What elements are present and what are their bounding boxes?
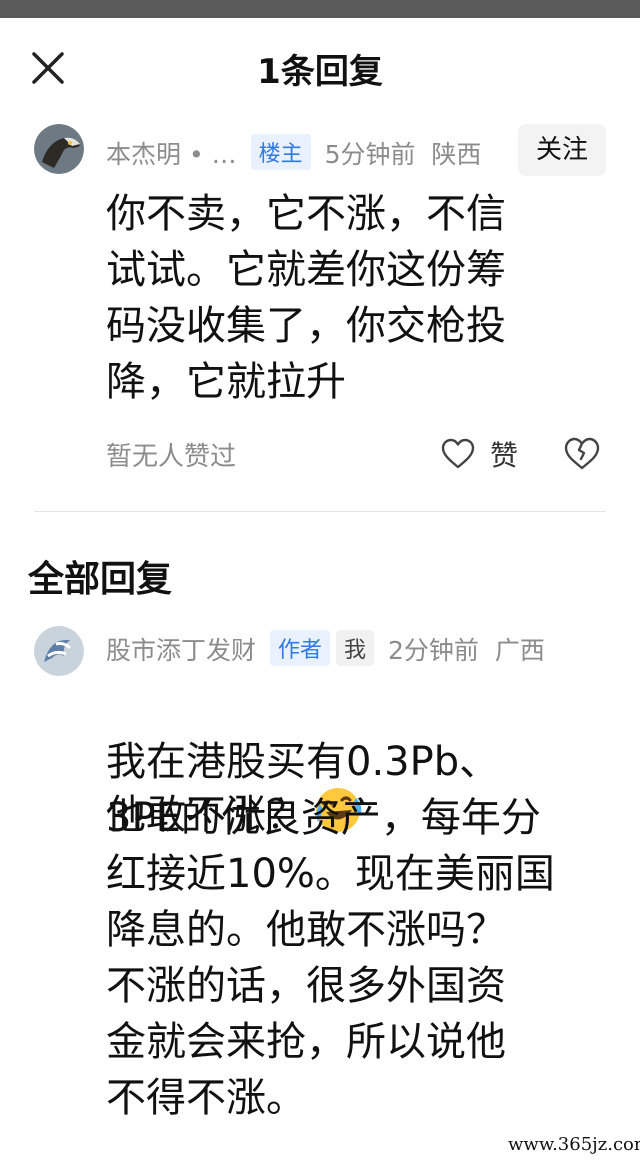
author-badge: 作者	[269, 630, 330, 666]
comment-text: 你不卖，它不涨，不信 试试。它就差你这份筹 码没收集了，你交枪投 降，它就拉升	[106, 191, 506, 405]
comment-location: 陕西	[431, 140, 482, 169]
dislike-button[interactable]	[562, 434, 602, 474]
author-name[interactable]: 本杰明 • …	[106, 140, 237, 169]
broken-heart-icon	[564, 437, 600, 470]
avatar-eagle[interactable]	[34, 124, 84, 174]
watermark: www.365jz.com	[508, 1134, 640, 1155]
reply-author-name[interactable]: 股市添丁发财	[106, 636, 256, 665]
section-title: 全部回复	[28, 559, 173, 600]
heart-icon	[441, 438, 475, 469]
divider	[34, 511, 606, 512]
header: 1条回复	[0, 18, 640, 118]
op-badge: 楼主	[250, 134, 311, 170]
me-badge: 我	[335, 630, 374, 666]
reply-time: 2分钟前	[387, 636, 479, 665]
reply-text: 我在港股买有0.3Pb、 3PE的优良资产，每年分 红接近10%。现在美丽国 降…	[106, 739, 555, 1121]
likes-text: 暂无人赞过	[106, 442, 237, 472]
page-title: 1条回复	[257, 52, 383, 92]
like-button[interactable]: 赞	[440, 432, 518, 476]
follow-button[interactable]: 关注	[518, 124, 606, 176]
status-bar	[0, 0, 640, 18]
avatar-reply[interactable]	[34, 626, 84, 676]
like-label: 赞	[490, 439, 519, 472]
comment-time: 5分钟前	[324, 140, 416, 169]
comment-meta: 本杰明 • … 楼主 5分钟前 陕西	[106, 134, 481, 171]
reply-meta: 股市添丁发财 作者我 2分钟前 广西	[106, 630, 545, 667]
reply-location: 广西	[494, 636, 545, 665]
